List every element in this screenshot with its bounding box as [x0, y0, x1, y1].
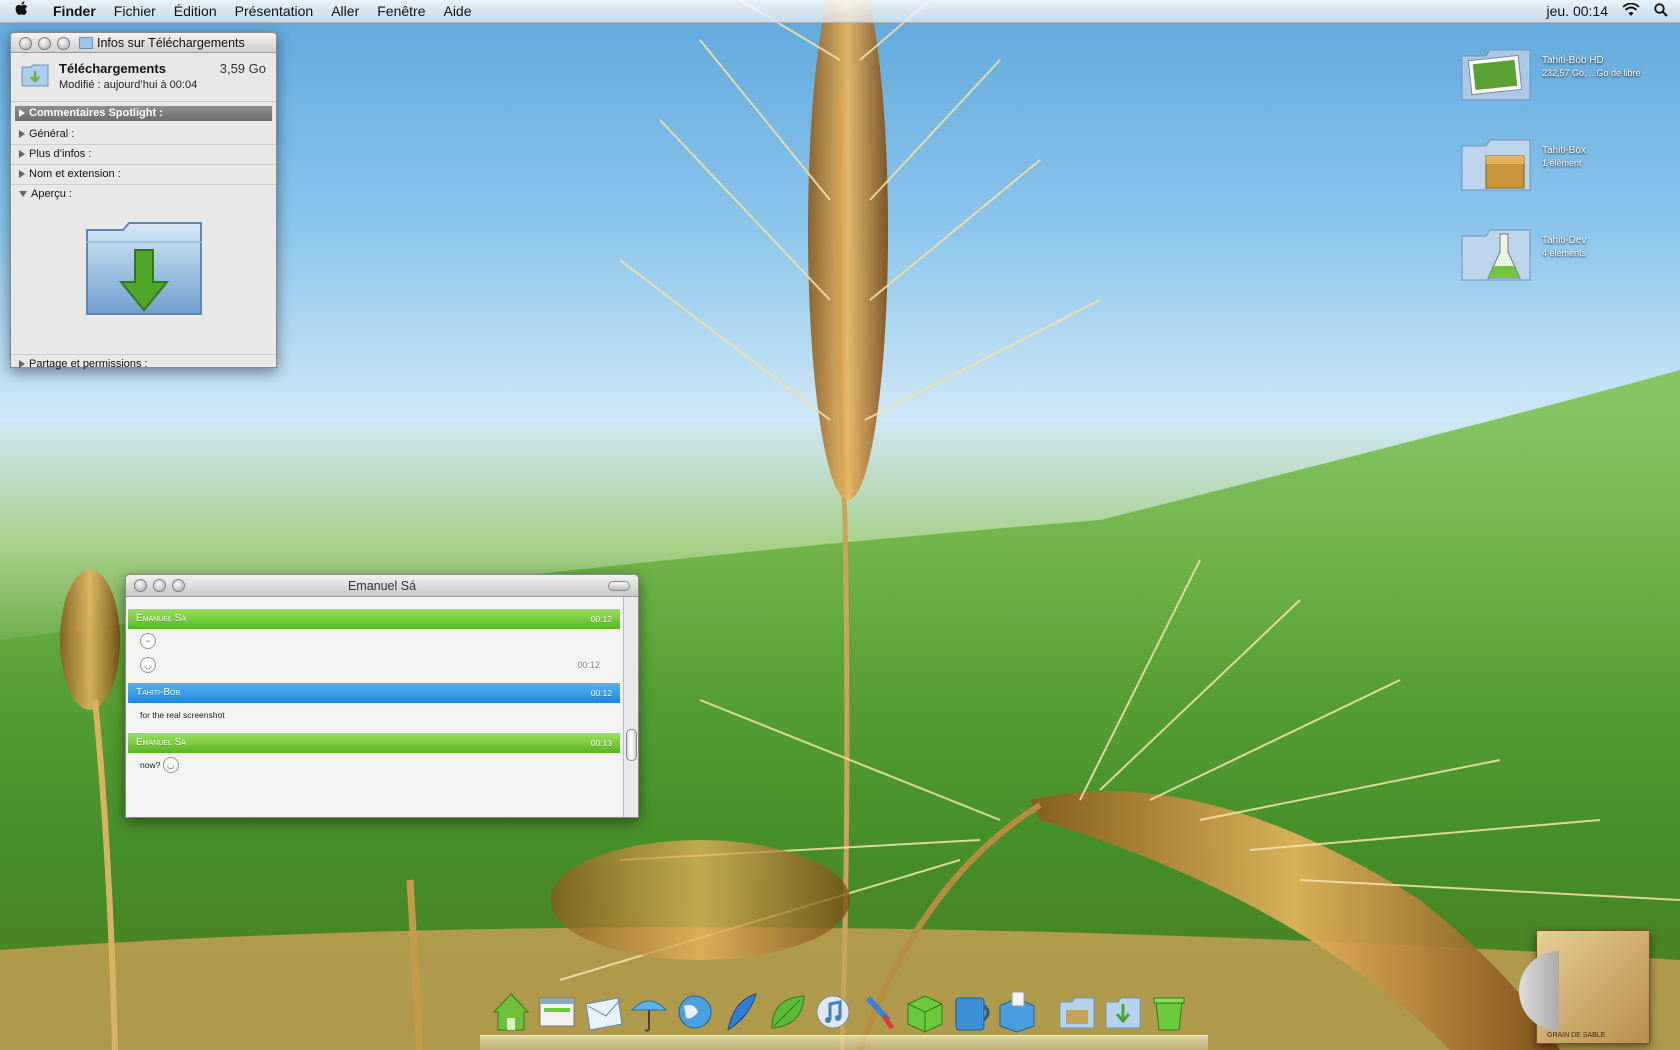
disclosure-triangle-icon — [19, 191, 27, 198]
web-widget-icon[interactable] — [536, 990, 578, 1034]
zoom-button[interactable] — [57, 37, 70, 50]
sender-name: Emanuel Sá — [136, 613, 186, 624]
home-icon[interactable] — [490, 990, 532, 1034]
message-time: 00:12 — [590, 614, 612, 624]
desktop-icon-label: Tahiti-Bob HD — [1542, 55, 1604, 66]
feather-icon[interactable] — [720, 990, 762, 1034]
message-header: Emanuel Sá 00:12 — [128, 609, 620, 629]
spotlight-comments-header[interactable]: Commentaires Spotlight : — [15, 106, 272, 121]
album-art-widget[interactable]: GRAIN DE SABLE — [1519, 930, 1650, 1044]
umbrella-icon[interactable] — [628, 990, 670, 1034]
section-more-info[interactable]: Plus d’infos : — [11, 145, 276, 165]
desktop-icon-hd[interactable]: Tahiti-Bob HD 232,57 Go, ...Go de libre — [1460, 42, 1660, 112]
section-label: Partage et permissions : — [29, 358, 148, 370]
minimize-button[interactable] — [38, 37, 51, 50]
message-time: 00:12 — [577, 660, 600, 670]
desktop-icon-detail: 4 éléments — [1542, 248, 1587, 258]
toolbar-toggle-button[interactable] — [608, 581, 630, 591]
apple-icon[interactable] — [0, 0, 44, 22]
leaf-icon[interactable] — [766, 990, 808, 1034]
spotlight-comments-label: Commentaires Spotlight : — [29, 107, 163, 119]
menu-fichier[interactable]: Fichier — [105, 3, 165, 19]
info-titlebar[interactable]: Infos sur Téléchargements — [11, 33, 276, 53]
item-name: Téléchargements — [59, 61, 166, 76]
section-label: Plus d’infos : — [29, 148, 92, 160]
section-label: Aperçu : — [31, 188, 72, 200]
chat-title: Emanuel Sá — [347, 579, 417, 593]
desktop-icon-box[interactable]: Tahiti-Box 1 élément — [1460, 132, 1660, 202]
section-sharing[interactable]: Partage et permissions : — [11, 355, 276, 374]
message-time: 00:12 — [590, 688, 612, 698]
chat-window: Emanuel Sá Emanuel Sá 00:12 ᵕ ◡ 00:12 Tahi… — [125, 574, 639, 818]
blue-box-icon[interactable] — [996, 990, 1038, 1034]
desktop-icon-label: Tahiti-Box — [1542, 145, 1586, 156]
smiley-icon: ᵕ — [140, 633, 156, 649]
menu-fenetre[interactable]: Fenêtre — [368, 3, 434, 19]
sender-name: Emanuel Sá — [136, 737, 186, 748]
desktop-icon-label: Tahiti-Dev — [1542, 235, 1587, 246]
flask-folder-icon — [1461, 229, 1531, 281]
section-label: Nom et extension : — [29, 168, 121, 180]
mail-icon[interactable] — [582, 990, 624, 1034]
grin-icon: ◡ — [162, 757, 179, 773]
chat-titlebar[interactable]: Emanuel Sá — [126, 575, 638, 597]
globe-icon[interactable] — [674, 990, 716, 1034]
menu-finder[interactable]: Finder — [44, 3, 105, 19]
downloads-folder-icon[interactable] — [1102, 990, 1144, 1034]
box-folder-icon — [1461, 139, 1531, 191]
paint-icon[interactable] — [858, 990, 900, 1034]
disclosure-triangle-icon — [19, 130, 25, 139]
section-name-extension[interactable]: Nom et extension : — [11, 165, 276, 185]
downloads-folder-preview-icon — [86, 222, 202, 315]
message-line: ◡ 00:12 — [126, 653, 622, 677]
info-window: Infos sur Téléchargements Téléchargement… — [10, 32, 277, 370]
desktop-icon-dev[interactable]: Tahiti-Dev 4 éléments — [1460, 222, 1660, 292]
green-box-icon[interactable] — [904, 990, 946, 1034]
menu-clock[interactable]: jeu. 00:14 — [1547, 3, 1609, 19]
dock-shelf — [480, 1035, 1208, 1050]
message-header: Tahiti-Bob 00:12 — [128, 683, 620, 703]
downloads-folder-icon — [21, 64, 49, 87]
message-line: ᵕ — [126, 629, 622, 653]
close-button[interactable] — [19, 37, 32, 50]
spotlight-icon[interactable] — [1654, 2, 1668, 20]
hard-drive-photo-icon — [1461, 49, 1531, 101]
dock — [480, 990, 1208, 1050]
message-header: Emanuel Sá 00:13 — [128, 733, 620, 753]
sender-name: Tahiti-Bob — [136, 687, 181, 698]
disclosure-triangle-icon — [19, 109, 25, 118]
joost-icon[interactable] — [950, 990, 992, 1034]
section-label: Général : — [29, 128, 75, 140]
section-preview[interactable]: Aperçu : — [11, 185, 276, 204]
itunes-icon[interactable] — [812, 990, 854, 1034]
message-text: for the real screenshot — [140, 710, 225, 720]
item-size: 3,59 Go — [219, 61, 266, 76]
menu-edition[interactable]: Édition — [165, 3, 226, 19]
trash-icon[interactable] — [1148, 990, 1190, 1034]
album-caption: GRAIN DE SABLE — [1547, 1032, 1606, 1039]
desktop-icon-detail: 232,57 Go, ...Go de libre — [1542, 68, 1641, 78]
folder-icon[interactable] — [1056, 990, 1098, 1034]
disclosure-triangle-icon — [19, 150, 25, 159]
menu-presentation[interactable]: Présentation — [226, 3, 323, 19]
disclosure-triangle-icon — [19, 170, 25, 179]
chat-scrollbar[interactable] — [623, 597, 638, 817]
message-text: now? — [140, 760, 161, 770]
scroll-thumb[interactable] — [626, 729, 637, 761]
folder-icon — [79, 37, 93, 49]
menu-bar: Finder Fichier Édition Présentation Alle… — [0, 0, 1680, 23]
message-time: 00:13 — [590, 738, 612, 748]
chat-transcript: Emanuel Sá 00:12 ᵕ ◡ 00:12 Tahiti-Bob 00:12… — [126, 597, 622, 817]
menu-aller[interactable]: Aller — [322, 3, 368, 19]
grin-icon: ◡ — [140, 657, 156, 673]
wifi-icon[interactable] — [1622, 2, 1640, 20]
preview-area — [11, 204, 276, 355]
disclosure-triangle-icon — [19, 360, 25, 369]
section-general[interactable]: Général : — [11, 125, 276, 145]
message-line: now? ◡ — [126, 753, 622, 777]
menu-aide[interactable]: Aide — [434, 3, 480, 19]
item-modified: Modifié : aujourd’hui à 00:04 — [59, 79, 198, 91]
info-window-title: Infos sur Téléchargements — [97, 36, 245, 50]
desktop-icon-detail: 1 élément — [1542, 158, 1582, 168]
